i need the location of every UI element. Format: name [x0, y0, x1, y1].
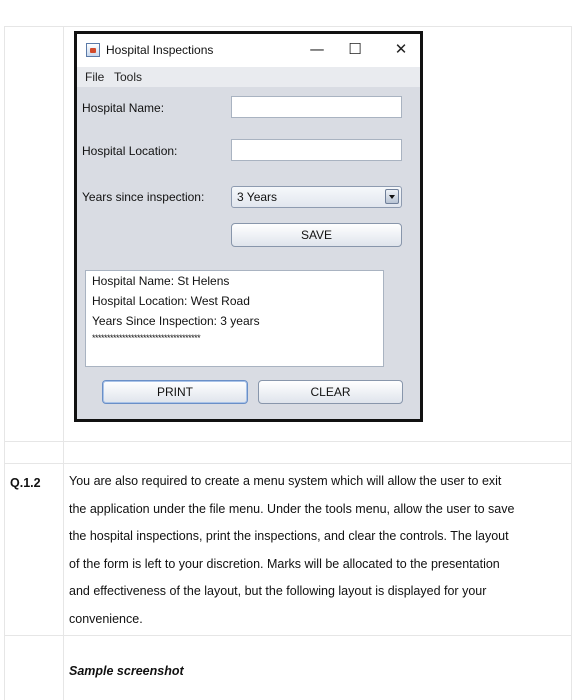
output-separator: ************************************ — [92, 333, 201, 343]
menu-tools[interactable]: Tools — [114, 70, 142, 84]
paragraph-line: convenience. — [69, 611, 143, 626]
table-rule — [4, 26, 572, 27]
years-select[interactable]: 3 Years — [231, 186, 402, 208]
minimize-button[interactable]: — — [303, 38, 331, 60]
output-textarea[interactable]: Hospital Name: St Helens Hospital Locati… — [85, 270, 384, 367]
years-since-inspection-label: Years since inspection: — [82, 190, 205, 204]
output-line: Hospital Name: St Helens — [92, 274, 230, 288]
paragraph-line: You are also required to create a menu s… — [69, 474, 502, 488]
hospital-location-input[interactable] — [231, 139, 402, 161]
app-window: Hospital Inspections — ☐ ✕ File Tools Ho… — [74, 31, 423, 422]
menu-file[interactable]: File — [85, 70, 104, 84]
table-rule — [4, 26, 5, 700]
output-line: Hospital Location: West Road — [92, 294, 250, 308]
paragraph-line: and effectiveness of the layout, but the… — [69, 584, 487, 598]
clear-button[interactable]: CLEAR — [258, 380, 403, 404]
hospital-name-input[interactable] — [231, 96, 402, 118]
question-paragraph: You are also required to create a menu s… — [69, 468, 569, 633]
title-bar[interactable]: Hospital Inspections — ☐ ✕ — [77, 34, 420, 67]
paragraph-line: of the form is left to your discretion. … — [69, 556, 500, 571]
table-rule — [4, 441, 572, 442]
menu-bar: File Tools — [77, 67, 420, 87]
dropdown-arrow-icon[interactable] — [385, 189, 399, 204]
question-number: Q.1.2 — [10, 476, 41, 490]
maximize-button[interactable]: ☐ — [341, 38, 369, 60]
hospital-location-label: Hospital Location: — [82, 144, 178, 158]
java-app-icon — [86, 43, 100, 57]
table-rule — [63, 26, 64, 700]
output-line: Years Since Inspection: 3 years — [92, 314, 260, 328]
save-button[interactable]: SAVE — [231, 223, 402, 247]
sample-screenshot-caption: Sample screenshot — [69, 664, 184, 678]
table-rule — [571, 26, 572, 700]
years-select-value: 3 Years — [237, 190, 278, 204]
print-button[interactable]: PRINT — [102, 380, 248, 404]
paragraph-line: the hospital inspections, print the insp… — [69, 529, 509, 543]
paragraph-line: the application under the file menu. Und… — [69, 501, 515, 516]
table-rule — [4, 635, 572, 636]
table-rule — [4, 463, 572, 464]
window-title: Hospital Inspections — [106, 43, 214, 57]
close-button[interactable]: ✕ — [387, 38, 415, 60]
hospital-name-label: Hospital Name: — [82, 101, 165, 115]
